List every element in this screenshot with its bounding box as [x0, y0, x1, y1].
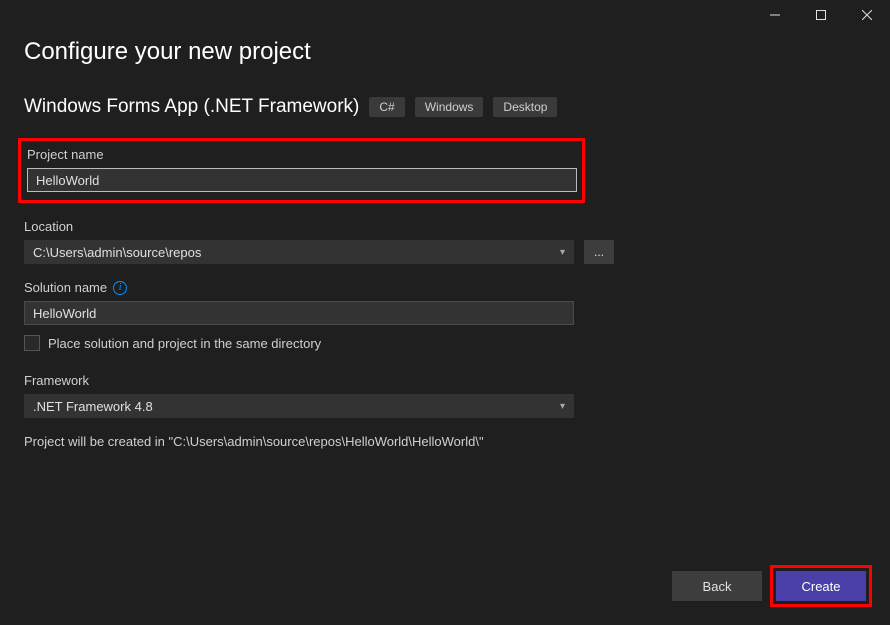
info-icon[interactable]: i — [113, 281, 127, 295]
chevron-down-icon: ▾ — [560, 401, 565, 412]
titlebar — [0, 0, 890, 30]
maximize-button[interactable] — [798, 0, 844, 30]
create-button[interactable]: Create — [776, 571, 866, 601]
tag-type: Desktop — [493, 97, 557, 117]
framework-label: Framework — [24, 373, 866, 388]
project-name-label: Project name — [27, 147, 576, 162]
page-title: Configure your new project — [24, 38, 866, 66]
template-name: Windows Forms App (.NET Framework) — [24, 96, 359, 118]
solution-name-input[interactable] — [24, 301, 574, 325]
back-button[interactable]: Back — [672, 571, 762, 601]
creation-path-text: Project will be created in "C:\Users\adm… — [24, 434, 866, 449]
framework-dropdown[interactable]: .NET Framework 4.8 ▾ — [24, 394, 574, 418]
project-name-group: Project name — [18, 138, 585, 203]
location-value: C:\Users\admin\source\repos — [33, 245, 201, 260]
location-group: Location C:\Users\admin\source\repos ▾ .… — [24, 219, 866, 264]
tag-language: C# — [369, 97, 404, 117]
template-header: Windows Forms App (.NET Framework) C# Wi… — [24, 96, 866, 118]
location-label: Location — [24, 219, 866, 234]
same-directory-checkbox[interactable] — [24, 335, 40, 351]
project-name-input[interactable] — [27, 168, 577, 192]
browse-button[interactable]: ... — [584, 240, 614, 264]
location-dropdown[interactable]: C:\Users\admin\source\repos ▾ — [24, 240, 574, 264]
same-directory-row: Place solution and project in the same d… — [24, 335, 866, 351]
close-button[interactable] — [844, 0, 890, 30]
tag-platform: Windows — [415, 97, 484, 117]
framework-group: Framework .NET Framework 4.8 ▾ — [24, 373, 866, 418]
create-highlight: Create — [770, 565, 872, 607]
chevron-down-icon: ▾ — [560, 247, 565, 258]
framework-value: .NET Framework 4.8 — [33, 399, 153, 414]
solution-name-group: Solution name i Place solution and proje… — [24, 280, 866, 351]
solution-name-label-text: Solution name — [24, 280, 107, 295]
dialog-footer: Back Create — [672, 565, 872, 607]
dialog-content: Configure your new project Windows Forms… — [0, 30, 890, 449]
minimize-button[interactable] — [752, 0, 798, 30]
solution-name-label: Solution name i — [24, 280, 866, 295]
same-directory-label: Place solution and project in the same d… — [48, 336, 321, 351]
